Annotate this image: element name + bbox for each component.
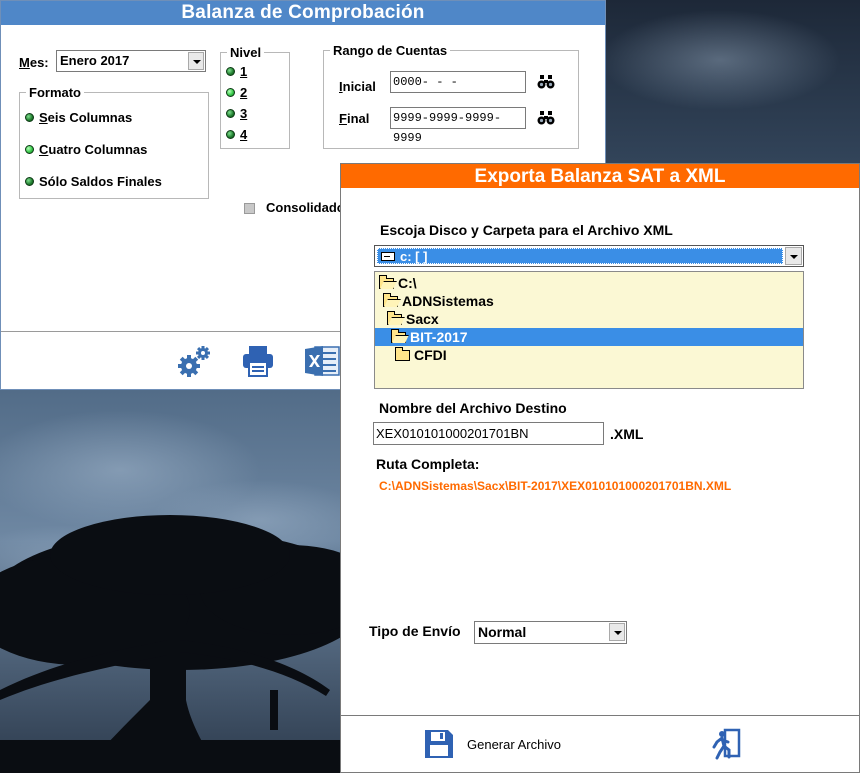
folder-open-icon [379,274,394,289]
formato-option-seis[interactable]: Seis Columnas [25,110,132,125]
radio-dot-icon [226,109,235,118]
nivel-option-label: 1 [240,64,248,79]
binoculars-icon[interactable] [537,75,555,89]
final-input[interactable]: 9999-9999-9999-9999 [390,107,526,145]
choose-folder-label: Escoja Disco y Carpeta para el Archivo X… [380,222,673,238]
tipo-envio-value: Normal [478,624,527,640]
chevron-down-icon[interactable] [785,247,802,265]
nivel-option-2[interactable]: 2 [226,85,247,100]
balanza-title: Balanza de Comprobación [1,1,605,25]
inicial-label: Inicial [339,79,376,94]
folder-open-icon [391,328,406,343]
drive-select-value: c: [ ] [377,248,783,264]
formato-option-label: Seis Columnas [39,110,133,125]
radio-dot-icon [25,113,34,122]
directory-item-label: Sacx [406,311,439,327]
directory-item[interactable]: Sacx [375,310,803,328]
nivel-option-label: 4 [240,127,248,142]
formato-option-cuatro[interactable]: Cuatro Columnas [25,142,147,157]
nombre-archivo-label: Nombre del Archivo Destino [379,400,567,416]
mes-select-value: Enero 2017 [60,53,130,68]
directory-item-label: ADNSistemas [402,293,494,309]
directory-item[interactable]: C:\ [375,274,803,292]
drive-label: c: [ ] [400,249,428,264]
consolidado-checkbox[interactable] [244,203,255,214]
chevron-down-icon[interactable] [188,52,204,70]
mes-label: Mes: [19,55,49,70]
formato-option-saldos[interactable]: Sólo Saldos Finales [25,174,162,189]
exit-icon[interactable] [711,728,743,760]
formato-option-label: Sólo Saldos Finales [39,174,162,189]
binoculars-icon[interactable] [537,111,555,125]
nivel-option-1[interactable]: 1 [226,64,247,79]
radio-dot-icon [226,88,235,97]
nivel-option-label: 3 [240,106,248,121]
exporta-window: Exporta Balanza SAT a XML Escoja Disco y… [340,163,860,773]
ruta-completa-label: Ruta Completa: [376,456,480,472]
exporta-body: Escoja Disco y Carpeta para el Archivo X… [341,188,859,716]
radio-dot-icon [25,177,34,186]
formato-option-label: Cuatro Columnas [39,142,148,157]
file-name-input[interactable]: XEX010101000201701BN [373,422,604,445]
formato-legend: Formato [29,85,81,100]
directory-item-label: CFDI [414,347,447,363]
directory-item-selected[interactable]: BIT-2017 [375,328,803,346]
drive-select[interactable]: c: [ ] [374,245,804,267]
drive-icon [381,252,395,261]
directory-item-label: BIT-2017 [410,329,468,345]
ruta-completa-value: C:\ADNSistemas\Sacx\BIT-2017\XEX01010100… [379,479,732,493]
rango-group: Rango de Cuentas [323,43,579,149]
folder-icon [395,346,410,361]
radio-dot-icon [25,145,34,154]
exporta-title: Exporta Balanza SAT a XML [341,164,859,188]
nivel-option-3[interactable]: 3 [226,106,247,121]
nivel-legend: Nivel [230,45,262,60]
directory-item[interactable]: CFDI [375,346,803,364]
file-extension: .XML [610,426,644,442]
final-label: Final [339,111,370,126]
folder-open-icon [387,310,402,325]
directory-list[interactable]: C:\ ADNSistemas Sacx BIT-2017 CFDI [374,271,804,389]
save-icon[interactable] [423,728,455,760]
tipo-envio-label: Tipo de Envío [369,623,461,639]
consolidado-label: Consolidado [266,200,345,215]
radio-dot-icon [226,67,235,76]
rango-legend: Rango de Cuentas [333,43,448,58]
folder-open-icon [383,292,398,307]
nivel-option-label: 2 [240,85,248,100]
gears-icon[interactable] [177,344,213,378]
tipo-envio-select[interactable]: Normal [474,621,627,644]
inicial-input[interactable]: 0000- - - [390,71,526,93]
printer-icon[interactable] [241,344,275,378]
generar-archivo-label[interactable]: Generar Archivo [467,737,561,752]
chevron-down-icon[interactable] [609,623,625,641]
directory-item-label: C:\ [398,275,417,291]
excel-icon[interactable] [305,344,341,378]
radio-dot-icon [226,130,235,139]
exporta-toolbar: Generar Archivo [341,717,859,772]
mes-select[interactable]: Enero 2017 [56,50,206,72]
directory-item[interactable]: ADNSistemas [375,292,803,310]
nivel-option-4[interactable]: 4 [226,127,247,142]
